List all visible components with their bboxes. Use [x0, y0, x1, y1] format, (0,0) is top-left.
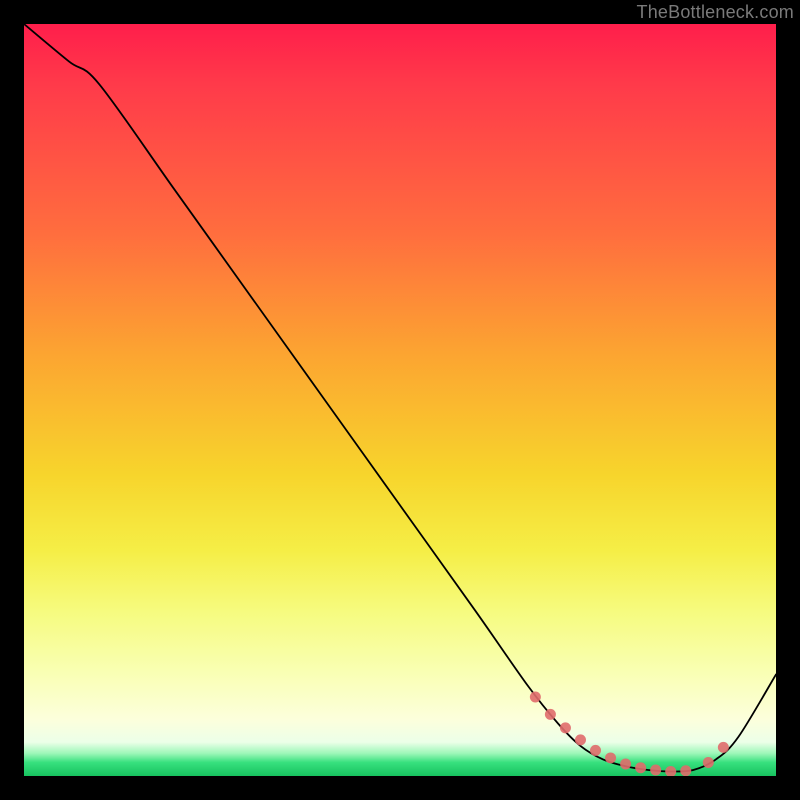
highlight-dot: [575, 734, 586, 745]
highlight-dot: [620, 758, 631, 769]
highlight-dot: [650, 764, 661, 775]
highlight-dot: [718, 742, 729, 753]
highlight-dot: [605, 752, 616, 763]
highlight-dot: [680, 765, 691, 776]
chart-svg: [24, 24, 776, 776]
watermark-text: TheBottleneck.com: [637, 2, 794, 23]
bottleneck-curve: [24, 24, 776, 772]
highlight-dot: [560, 722, 571, 733]
chart-frame: TheBottleneck.com: [0, 0, 800, 800]
highlight-dot: [545, 709, 556, 720]
highlight-dots: [530, 692, 729, 776]
highlight-dot: [665, 766, 676, 776]
highlight-dot: [530, 692, 541, 703]
plot-area: [24, 24, 776, 776]
highlight-dot: [703, 757, 714, 768]
highlight-dot: [590, 745, 601, 756]
highlight-dot: [635, 762, 646, 773]
